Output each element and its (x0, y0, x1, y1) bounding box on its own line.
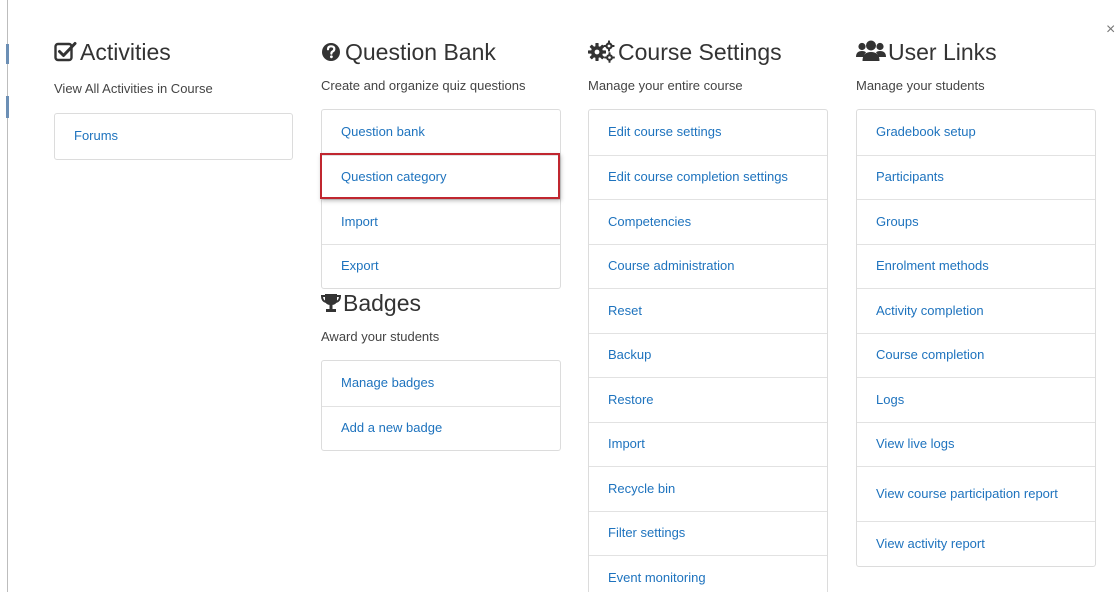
section-title: Badges (343, 289, 422, 316)
restore-link[interactable]: Restore (608, 391, 654, 409)
left-border-marker (6, 44, 9, 64)
list-item: Filter settings (589, 510, 827, 556)
question-import-link[interactable]: Import (341, 213, 378, 231)
question-export-link[interactable]: Export (341, 257, 379, 275)
participants-link[interactable]: Participants (876, 168, 944, 186)
filter-settings-link[interactable]: Filter settings (608, 524, 685, 542)
course-settings-heading: Course Settings (588, 36, 782, 68)
cogs-icon (588, 40, 616, 64)
course-administration-panel: × Activities View All Activities in Cour… (0, 0, 1118, 592)
activity-completion-link[interactable]: Activity completion (876, 302, 984, 320)
question-bank-link-list: Question bank Question category Import E… (321, 109, 561, 289)
course-settings-link-list: Edit course settings Edit course complet… (588, 109, 828, 592)
list-item: Question category (322, 154, 560, 200)
section-description: Manage your students (856, 78, 985, 93)
list-item: Backup (589, 332, 827, 378)
list-item: Recycle bin (589, 466, 827, 511)
backup-link[interactable]: Backup (608, 346, 651, 364)
left-border-marker (6, 96, 9, 118)
list-item: Course administration (589, 243, 827, 289)
event-monitoring-link[interactable]: Event monitoring (608, 569, 706, 587)
list-item: Edit course completion settings (589, 154, 827, 200)
list-item: Export (322, 243, 560, 289)
list-item: Import (589, 421, 827, 467)
edit-course-settings-link[interactable]: Edit course settings (608, 123, 721, 141)
course-completion-link[interactable]: Course completion (876, 346, 984, 364)
list-item: Forums (55, 114, 292, 159)
course-import-link[interactable]: Import (608, 435, 645, 453)
competencies-link[interactable]: Competencies (608, 213, 691, 231)
course-administration-link[interactable]: Course administration (608, 257, 734, 275)
section-description: Manage your entire course (588, 78, 743, 93)
list-item: Add a new badge (322, 405, 560, 451)
trophy-icon (321, 292, 341, 314)
section-description: Create and organize quiz questions (321, 78, 526, 93)
list-item: Reset (589, 288, 827, 333)
add-badge-link[interactable]: Add a new badge (341, 419, 442, 437)
section-description: View All Activities in Course (54, 81, 213, 96)
list-item: Manage badges (322, 361, 560, 406)
list-item: View live logs (857, 421, 1095, 467)
forums-link[interactable]: Forums (74, 127, 118, 145)
badges-heading: Badges (321, 287, 421, 319)
section-title: Activities (80, 38, 171, 65)
question-bank-heading: Question Bank (321, 36, 496, 68)
list-item: View activity report (857, 521, 1095, 566)
list-item: Restore (589, 377, 827, 422)
reset-link[interactable]: Reset (608, 302, 642, 320)
list-item: Question bank (322, 110, 560, 155)
live-logs-link[interactable]: View live logs (876, 435, 955, 453)
list-item: Edit course settings (589, 110, 827, 155)
logs-link[interactable]: Logs (876, 391, 904, 409)
list-item: Activity completion (857, 288, 1095, 333)
user-links-list: Gradebook setup Participants Groups Enro… (856, 109, 1096, 567)
list-item: View course participation report (857, 466, 1095, 521)
manage-badges-link[interactable]: Manage badges (341, 374, 434, 392)
section-title: Question Bank (345, 38, 496, 65)
check-square-icon (54, 41, 78, 63)
left-border (7, 0, 8, 592)
users-icon (856, 40, 886, 64)
activity-report-link[interactable]: View activity report (876, 535, 985, 553)
list-item: Gradebook setup (857, 110, 1095, 155)
list-item: Enrolment methods (857, 243, 1095, 289)
question-category-link[interactable]: Question category (341, 168, 447, 186)
participation-report-link[interactable]: View course participation report (876, 485, 1058, 503)
list-item: Event monitoring (589, 555, 827, 592)
list-item: Logs (857, 377, 1095, 422)
list-item: Competencies (589, 199, 827, 244)
activities-link-list: Forums (54, 113, 293, 160)
close-button[interactable]: × (1106, 22, 1118, 42)
section-title: Course Settings (618, 38, 782, 65)
list-item: Participants (857, 154, 1095, 200)
list-item: Course completion (857, 332, 1095, 378)
gradebook-setup-link[interactable]: Gradebook setup (876, 123, 976, 141)
list-item: Import (322, 199, 560, 244)
section-description: Award your students (321, 329, 440, 344)
question-bank-link[interactable]: Question bank (341, 123, 425, 141)
question-circle-icon (321, 41, 343, 63)
edit-completion-settings-link[interactable]: Edit course completion settings (608, 168, 788, 186)
badges-link-list: Manage badges Add a new badge (321, 360, 561, 451)
user-links-heading: User Links (856, 36, 997, 68)
enrolment-methods-link[interactable]: Enrolment methods (876, 257, 989, 275)
recycle-bin-link[interactable]: Recycle bin (608, 480, 675, 498)
list-item: Groups (857, 199, 1095, 244)
section-title: User Links (888, 38, 997, 65)
groups-link[interactable]: Groups (876, 213, 919, 231)
activities-heading: Activities (54, 36, 171, 68)
